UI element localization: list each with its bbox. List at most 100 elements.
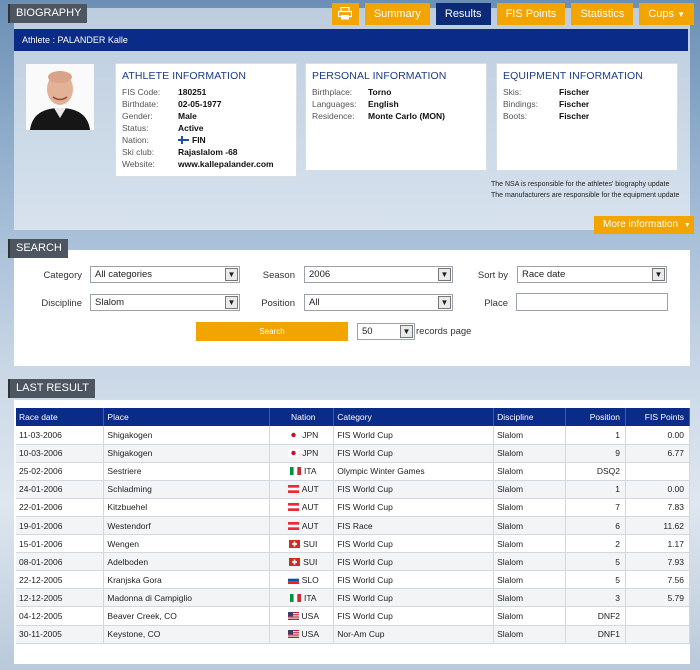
records-select[interactable]: 50 ▼ (357, 323, 415, 340)
table-row[interactable]: 12-12-2005 Madonna di Campiglio ITA FIS Wor… (16, 588, 690, 608)
table-header-row: Race date Place Nation Category Discipli… (16, 408, 690, 426)
place-cell[interactable]: Keystone, CO (103, 625, 271, 644)
residence-value: Monte Carlo (MON) (368, 111, 445, 121)
place-cell[interactable]: Madonna di Campiglio (103, 588, 271, 608)
nation-cell: ITA (269, 588, 335, 608)
nation-cell: ITA (269, 462, 335, 481)
fis-code-value: 180251 (178, 87, 207, 97)
discipline-label: Discipline (41, 298, 82, 309)
more-information-label: More information (603, 219, 679, 230)
discipline-cell: Slalom (493, 606, 567, 626)
season-select[interactable]: 2006 ▼ (304, 266, 453, 283)
results-table: Race date Place Nation Category Discipli… (16, 408, 690, 644)
table-row[interactable]: 25-02-2006 Sestriere ITA Olympic Winter Gam… (16, 462, 690, 481)
athlete-info-title: ATHLETE INFORMATION (122, 70, 247, 82)
position-select[interactable]: All ▼ (304, 294, 453, 311)
table-row[interactable]: 19-01-2006 Westendorf AUT FIS Race Slalom 6 11… (16, 516, 690, 536)
fis-points-cell: 7.56 (625, 570, 690, 590)
languages-value: English (368, 99, 399, 109)
print-button[interactable] (331, 3, 359, 25)
table-row[interactable]: 04-12-2005 Beaver Creek, CO USA FIS World C… (16, 606, 690, 626)
category-cell: FIS World Cup (333, 534, 495, 554)
col-category[interactable]: Category (333, 408, 495, 426)
personal-info-box: PERSONAL INFORMATION Birthplace: Torno La… (305, 63, 487, 171)
sortby-select[interactable]: Race date ▼ (517, 266, 667, 283)
last-result-tag: LAST RESULT (8, 379, 95, 398)
table-row[interactable]: 11-03-2006 Shigakogen JPN FIS World Cup Slal… (16, 426, 690, 445)
category-select[interactable]: All categories ▼ (90, 266, 240, 283)
race-date-cell: 04-12-2005 (16, 606, 105, 626)
place-cell[interactable]: Shigakogen (103, 444, 271, 463)
place-cell[interactable]: Kranjska Gora (103, 570, 271, 590)
category-cell: FIS World Cup (333, 480, 495, 499)
position-cell: 3 (565, 588, 626, 608)
biography-tabs: Summary Results FIS Points Statistics Cu… (331, 3, 694, 25)
race-date-cell: 10-03-2006 (16, 444, 105, 463)
table-row[interactable]: 24-01-2006 Schladming AUT FIS World Cup Slal… (16, 480, 690, 499)
col-position[interactable]: Position (565, 408, 626, 426)
discipline-select[interactable]: Slalom ▼ (90, 294, 240, 311)
info-row: Skis: Fischer (503, 86, 677, 98)
flag-sui-icon (289, 539, 301, 548)
place-cell[interactable]: Shigakogen (103, 426, 271, 445)
bindings-value: Fischer (559, 99, 590, 109)
chevron-down-icon: ▼ (652, 268, 665, 281)
table-row[interactable]: 22-12-2005 Kranjska Gora SLO FIS World Cup S… (16, 570, 690, 590)
position-cell: 2 (565, 534, 626, 554)
place-input[interactable] (516, 293, 668, 311)
records-label: records page (416, 326, 472, 337)
info-row: Status: Active (122, 122, 296, 134)
col-discipline[interactable]: Discipline (493, 408, 567, 426)
place-cell[interactable]: Kitzbuehel (103, 498, 271, 517)
tab-summary[interactable]: Summary (364, 3, 430, 25)
nation-cell: USA (269, 606, 335, 626)
place-cell[interactable]: Beaver Creek, CO (103, 606, 271, 626)
nation-cell: SUI (269, 552, 335, 572)
nation-code: SUI (303, 556, 318, 567)
discipline-cell: Slalom (493, 588, 567, 608)
tab-fis-points[interactable]: FIS Points (496, 3, 566, 25)
more-information-button[interactable]: More information ▼ (594, 216, 694, 234)
chevron-down-icon: ▼ (438, 268, 451, 281)
position-cell: 1 (565, 426, 626, 445)
discipline-cell: Slalom (493, 480, 567, 499)
tab-cups[interactable]: Cups ▼ (639, 3, 694, 25)
discipline-cell: Slalom (493, 444, 567, 463)
table-row[interactable]: 10-03-2006 Shigakogen JPN FIS World Cup Slal… (16, 444, 690, 463)
race-date-cell: 15-01-2006 (16, 534, 105, 554)
col-fis-points[interactable]: FIS Points (625, 408, 690, 426)
records-value: 50 (362, 326, 373, 337)
nation-cell: SUI (269, 534, 335, 554)
website-link[interactable]: www.kallepalander.com (178, 158, 274, 170)
col-race-date[interactable]: Race date (16, 408, 105, 426)
status-value: Active (178, 123, 204, 133)
info-row: Bindings: Fischer (503, 98, 677, 110)
col-place[interactable]: Place (103, 408, 271, 426)
place-cell[interactable]: Westendorf (103, 516, 271, 536)
personal-info-title: PERSONAL INFORMATION (312, 70, 447, 82)
equipment-info-box: EQUIPMENT INFORMATION Skis: Fischer Bindi… (496, 63, 678, 171)
place-cell[interactable]: Wengen (103, 534, 271, 554)
nation-code: AUT (301, 520, 319, 531)
place-cell[interactable]: Adelboden (103, 552, 271, 572)
position-cell: 7 (565, 498, 626, 517)
table-row[interactable]: 22-01-2006 Kitzbuehel AUT FIS World Cup Slal… (16, 498, 690, 517)
table-row[interactable]: 08-01-2006 Adelboden SUI FIS World Cup Slalo… (16, 552, 690, 572)
athlete-photo (26, 64, 94, 130)
table-row[interactable]: 15-01-2006 Wengen SUI FIS World Cup Slalom 2 1… (16, 534, 690, 554)
race-date-cell: 25-02-2006 (16, 462, 105, 481)
search-button[interactable]: Search (196, 322, 348, 341)
race-date-cell: 11-03-2006 (16, 426, 105, 445)
place-cell[interactable]: Sestriere (103, 462, 271, 481)
tab-statistics[interactable]: Statistics (571, 3, 634, 25)
place-cell[interactable]: Schladming (103, 480, 271, 499)
discipline-cell: Slalom (493, 534, 567, 554)
tab-results[interactable]: Results (435, 3, 491, 25)
table-row[interactable]: 30-11-2005 Keystone, CO USA Nor-Am Cup Slalo… (16, 625, 690, 644)
col-nation[interactable]: Nation (269, 408, 335, 426)
athlete-name-bar: Athlete : PALANDER Kalle (14, 29, 688, 51)
race-date-cell: 22-12-2005 (16, 570, 105, 590)
position-cell: DNF1 (565, 625, 626, 644)
nation-code: ITA (303, 466, 317, 477)
info-row: Birthplace: Torno (312, 86, 486, 98)
